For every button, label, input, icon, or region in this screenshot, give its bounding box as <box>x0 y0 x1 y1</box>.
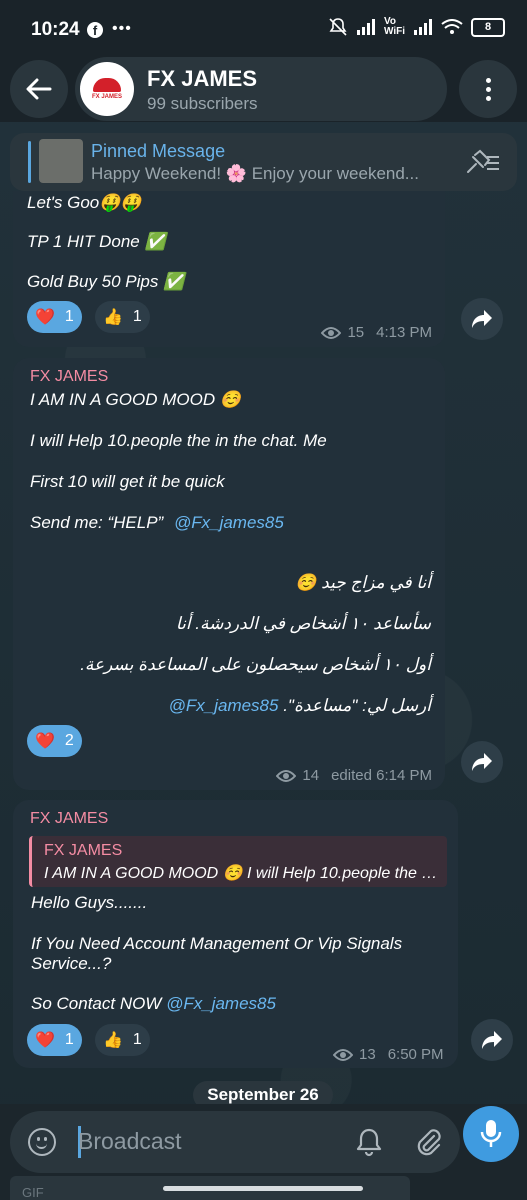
message-line: Hello Guys....... <box>31 893 148 912</box>
channel-title-bar[interactable]: FX JAMES FX JAMES 99 subscribers <box>75 57 447 121</box>
microphone-icon <box>480 1120 502 1147</box>
message-text: So Contact NOW <box>31 994 162 1013</box>
logo-mark <box>93 78 121 92</box>
voice-record-button[interactable] <box>463 1106 519 1162</box>
arabic-line: أرسل لي: "مساعدة". Fx_james85@ <box>169 696 431 716</box>
message-time: edited 6:14 PM <box>331 767 432 784</box>
reaction-thumbs-up[interactable]: 👍 1 <box>95 1024 150 1056</box>
view-count: 13 <box>359 1046 376 1063</box>
home-indicator[interactable] <box>163 1186 363 1191</box>
reply-text: I AM IN A GOOD MOOD ☺️ I will Help 10.pe… <box>44 865 439 882</box>
mention-link[interactable]: Fx_james85@ <box>169 696 279 715</box>
status-time: 10:24 <box>31 19 80 40</box>
share-button[interactable] <box>471 1019 513 1061</box>
eye-icon <box>333 1048 353 1061</box>
message-line: If You Need Account Management Or Vip Si… <box>31 934 403 953</box>
message-input[interactable]: Broadcast <box>10 1111 460 1173</box>
reaction-heart[interactable]: ❤️ 1 <box>27 301 82 333</box>
thumbs-up-emoji: 👍 <box>103 1032 123 1049</box>
more-options-button[interactable] <box>459 60 517 118</box>
message-line: TP 1 HIT Done ✅ <box>27 232 166 251</box>
arabic-text: أرسل لي: "مساعدة". <box>278 696 431 715</box>
message-line: So Contact NOW @Fx_james85 <box>31 994 276 1014</box>
message-meta: 15 4:13 PM <box>321 324 432 341</box>
message-line: First 10 will get it be quick <box>30 472 225 491</box>
vowifi-label: Vo WiFi <box>383 16 405 37</box>
status-indicators: Vo WiFi 8 <box>328 17 505 37</box>
dot-icon <box>485 86 491 92</box>
heart-emoji: ❤️ <box>35 1032 55 1049</box>
arabic-line: أنا في مزاج جيد ☺️ <box>295 573 431 592</box>
signal-icon-2 <box>414 19 432 35</box>
reply-quote[interactable]: FX JAMES I AM IN A GOOD MOOD ☺️ I will H… <box>29 836 447 887</box>
pinned-indicator <box>28 141 31 183</box>
message-line: Let's Goo🤑🤑 <box>27 193 142 212</box>
mute-bell-icon <box>329 18 347 36</box>
pinned-text: Happy Weekend! 🌸 Enjoy your weekend... <box>91 164 419 183</box>
share-arrow-icon <box>482 1031 502 1049</box>
facebook-icon: f <box>87 22 103 38</box>
message-line: I will Help 10.people the in the chat. M… <box>30 431 327 450</box>
message-author: FX JAMES <box>30 368 109 385</box>
reaction-count: 1 <box>64 1031 74 1048</box>
message-line: Send me: “HELP” @Fx_james85 <box>30 513 284 533</box>
reaction-thumbs-up[interactable]: 👍 1 <box>95 301 150 333</box>
message-time: 6:50 PM <box>387 1046 444 1063</box>
emoji-icon[interactable] <box>28 1128 56 1156</box>
reaction-count: 1 <box>64 308 74 325</box>
pinned-thumbnail <box>39 139 83 183</box>
reaction-heart[interactable]: ❤️ 1 <box>27 1024 82 1056</box>
share-arrow-icon <box>472 310 492 328</box>
eye-icon <box>321 326 342 339</box>
dot-icon <box>485 95 491 101</box>
view-count: 15 <box>347 324 365 341</box>
heart-emoji: ❤️ <box>35 733 55 750</box>
bell-icon[interactable] <box>354 1127 384 1157</box>
pinned-title: Pinned Message <box>91 141 226 161</box>
channel-avatar[interactable]: FX JAMES <box>80 62 134 116</box>
eye-icon <box>276 769 297 782</box>
mention-link[interactable]: @Fx_james85 <box>174 513 284 532</box>
message-time: 4:13 PM <box>376 324 432 341</box>
message-meta: 13 6:50 PM <box>333 1046 444 1063</box>
pin-list-icon[interactable] <box>465 149 501 175</box>
arabic-line: سأساعد ١٠ أشخاص في الدردشة. أنا <box>175 614 431 633</box>
reaction-heart[interactable]: ❤️ 2 <box>27 725 82 757</box>
thumbs-up-emoji: 👍 <box>103 309 123 326</box>
reaction-count: 1 <box>132 1031 142 1048</box>
mention-link[interactable]: @Fx_james85 <box>166 994 276 1013</box>
share-button[interactable] <box>461 741 503 783</box>
message-line: I AM IN A GOOD MOOD ☺️ <box>30 390 242 409</box>
attach-icon[interactable] <box>414 1127 444 1157</box>
gif-tab[interactable]: GIF <box>22 1185 44 1200</box>
more-notifications-icon: ••• <box>112 20 132 37</box>
arrow-left-icon <box>26 78 52 100</box>
status-bar: 10:24 f ••• Vo WiFi 8 <box>0 0 527 62</box>
heart-emoji: ❤️ <box>35 309 55 326</box>
message-bubble: Let's Goo🤑🤑 TP 1 HIT Done ✅ Gold Buy 50 … <box>13 191 445 347</box>
channel-name: FX JAMES <box>147 66 258 91</box>
share-button[interactable] <box>461 298 503 340</box>
message-line: Service...? <box>31 954 112 973</box>
view-count: 14 <box>302 767 320 784</box>
share-arrow-icon <box>472 753 492 771</box>
message-bubble: FX JAMES I AM IN A GOOD MOOD ☺️ I will H… <box>13 358 445 790</box>
battery-icon: 8 <box>471 17 505 37</box>
message-meta: 14 edited 6:14 PM <box>276 767 432 784</box>
reply-author: FX JAMES <box>44 842 123 859</box>
back-button[interactable] <box>10 60 68 118</box>
message-author: FX JAMES <box>30 810 109 827</box>
signal-icon <box>356 19 375 35</box>
subscriber-count: 99 subscribers <box>147 94 258 113</box>
pinned-message-bar[interactable]: Pinned Message Happy Weekend! 🌸 Enjoy yo… <box>10 133 517 191</box>
arabic-line: أول ١٠ أشخاص سيحصلون على المساعدة بسرعة. <box>80 655 431 674</box>
reaction-count: 2 <box>64 732 74 749</box>
dot-icon <box>485 77 491 83</box>
input-placeholder: Broadcast <box>78 1128 182 1154</box>
reaction-count: 1 <box>132 308 142 325</box>
wifi-icon <box>441 19 463 34</box>
message-text: Send me: “HELP” <box>30 513 164 532</box>
avatar-label: FX JAMES <box>91 94 122 100</box>
message-line: Gold Buy 50 Pips ✅ <box>27 272 185 291</box>
